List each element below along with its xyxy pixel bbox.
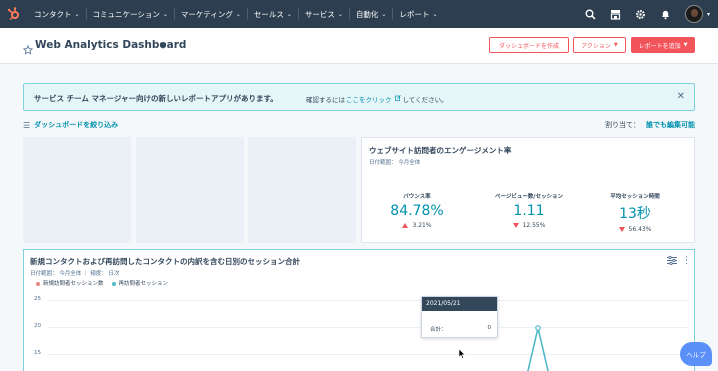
- nav-marketing[interactable]: マーケティング ⌄: [175, 0, 247, 28]
- metric-label: ページビュー数/セッション: [495, 194, 563, 200]
- chevron-down-icon: ▾: [706, 10, 710, 18]
- tooltip-date: 2021/05/21: [422, 297, 497, 311]
- chevron-down-icon: ⌄: [432, 10, 438, 18]
- arrow-down-icon: [618, 227, 625, 232]
- dashboard-header: Web Analytics Dashboard ▼ ダッシュボードを作成 アクシ…: [0, 28, 718, 64]
- avg-session-duration-metric: 平均セッション時間 13秒 56.43%: [580, 192, 690, 233]
- gear-icon[interactable]: [635, 8, 647, 20]
- nav-reports[interactable]: レポート ⌄: [393, 0, 443, 28]
- star-icon[interactable]: [22, 40, 34, 59]
- chevron-down-icon: ⌄: [162, 10, 168, 18]
- filter-dashboard-link[interactable]: ☰ ダッシュボードを絞り込み: [23, 120, 118, 130]
- delta-value: 12.55%: [522, 222, 546, 229]
- chevron-down-icon[interactable]: ▼: [160, 41, 166, 50]
- metric-label: 平均セッション時間: [610, 194, 660, 200]
- metric-label: バウンス率: [403, 194, 431, 200]
- tooltip-body: 合計： 0: [422, 311, 497, 337]
- add-report-label: レポートを追加: [638, 42, 681, 50]
- report-date-range: 日付範囲： 今月全体: [369, 160, 421, 166]
- top-nav: コンタクト ⌄ コミュニケーション ⌄ マーケティング ⌄ セールス ⌄ サービス ⌄ 自…: [0, 0, 718, 28]
- nav-sales[interactable]: セールス ⌄: [248, 0, 298, 28]
- nav-label: コミュニケーション: [92, 9, 160, 19]
- loading-card-placeholder: [136, 137, 244, 243]
- bounce-rate-metric: バウンス率 84.78% 3.21%: [362, 192, 472, 229]
- chart-tooltip: 2021/05/21 合計： 0: [421, 296, 498, 338]
- banner-sub-before: 確認するには: [306, 96, 345, 104]
- add-report-button[interactable]: レポートを追加 ▼: [631, 37, 695, 53]
- filter-label: ダッシュボードを絞り込み: [34, 121, 119, 129]
- actions-button[interactable]: アクション ▼: [573, 37, 626, 53]
- assignment: 割り当て： 誰でも編集可能: [605, 120, 695, 130]
- tooltip-value: 0: [487, 325, 492, 331]
- chevron-down-icon: ⌄: [337, 10, 343, 18]
- banner-sub: 確認するには ここをクリック してください。: [306, 94, 448, 104]
- returning-sessions-line: [527, 325, 549, 371]
- assign-label: 割り当て：: [605, 121, 640, 129]
- nav-label: セールス: [253, 9, 284, 19]
- pageviews-per-session-metric: ページビュー数/セッション 1.11 12.55%: [474, 192, 584, 229]
- search-icon[interactable]: [585, 8, 597, 20]
- help-button[interactable]: ヘルプ: [680, 342, 712, 366]
- series-line: [527, 327, 549, 371]
- arrow-down-icon: [512, 223, 519, 228]
- sessions-report-card: 新規コンタクトおよび再訪問したコンタクトの内訳を含む日別のセッション合計 日付範…: [23, 249, 695, 371]
- delta-value: 3.21%: [412, 222, 432, 229]
- chevron-down-icon: ⌄: [74, 10, 80, 18]
- external-link-icon: [394, 95, 401, 103]
- chevron-down-icon: ⌄: [381, 10, 387, 18]
- nav-label: 自動化: [355, 9, 379, 19]
- hubspot-logo-icon[interactable]: [0, 0, 28, 28]
- nav-conversations[interactable]: コミュニケーション ⌄: [87, 0, 174, 28]
- nav-label: マーケティング: [180, 9, 233, 19]
- tooltip-label: 合計：: [430, 327, 447, 333]
- nav-contacts[interactable]: コンタクト ⌄: [28, 0, 86, 28]
- engagement-report-card: ウェブサイト訪問者のエンゲージメント率 日付範囲： 今月全体 バウンス率 84.…: [361, 137, 695, 243]
- nav-automation[interactable]: 自動化 ⌄: [350, 0, 393, 28]
- metric-value: 13秒: [619, 206, 651, 222]
- create-dashboard-button[interactable]: ダッシュボードを作成: [489, 37, 569, 53]
- nav-service[interactable]: サービス ⌄: [299, 0, 349, 28]
- nav-label: サービス: [304, 9, 335, 19]
- metric-delta: 3.21%: [362, 222, 472, 229]
- metric-value: 1.11: [513, 203, 545, 219]
- close-icon[interactable]: ✕: [677, 91, 685, 102]
- arrow-up-icon: [402, 223, 409, 228]
- loading-card-placeholder: [248, 137, 356, 243]
- chevron-down-icon: ▼: [683, 42, 688, 48]
- metric-delta: 56.43%: [580, 226, 690, 233]
- chevron-down-icon: ▼: [613, 42, 618, 48]
- banner-sub-after: してください。: [402, 96, 448, 104]
- banner-link[interactable]: ここをクリック: [346, 94, 392, 104]
- series-point: [535, 325, 541, 331]
- chevron-down-icon: ⌄: [286, 10, 292, 18]
- marketplace-icon[interactable]: [610, 8, 622, 20]
- nav-label: レポート: [399, 9, 430, 19]
- avatar[interactable]: [684, 5, 703, 23]
- metric-delta: 12.55%: [474, 222, 584, 229]
- bell-icon[interactable]: [660, 8, 672, 20]
- delta-value: 56.43%: [628, 226, 652, 233]
- actions-label: アクション: [581, 42, 611, 50]
- nav-label: コンタクト: [34, 9, 72, 19]
- banner-message: サービス チーム マネージャー向けの新しいレポートアプリがあります。: [34, 94, 278, 103]
- mouse-cursor-icon: [459, 349, 466, 359]
- report-title: ウェブサイト訪問者のエンゲージメント率: [369, 146, 512, 155]
- loading-card-placeholder: [23, 137, 131, 243]
- assign-value-link[interactable]: 誰でも編集可能: [646, 121, 695, 129]
- metric-value: 84.78%: [390, 203, 444, 219]
- info-banner: サービス チーム マネージャー向けの新しいレポートアプリがあります。 確認するに…: [23, 83, 695, 111]
- filter-icon: ☰: [23, 120, 31, 130]
- chevron-down-icon: ⌄: [235, 10, 241, 18]
